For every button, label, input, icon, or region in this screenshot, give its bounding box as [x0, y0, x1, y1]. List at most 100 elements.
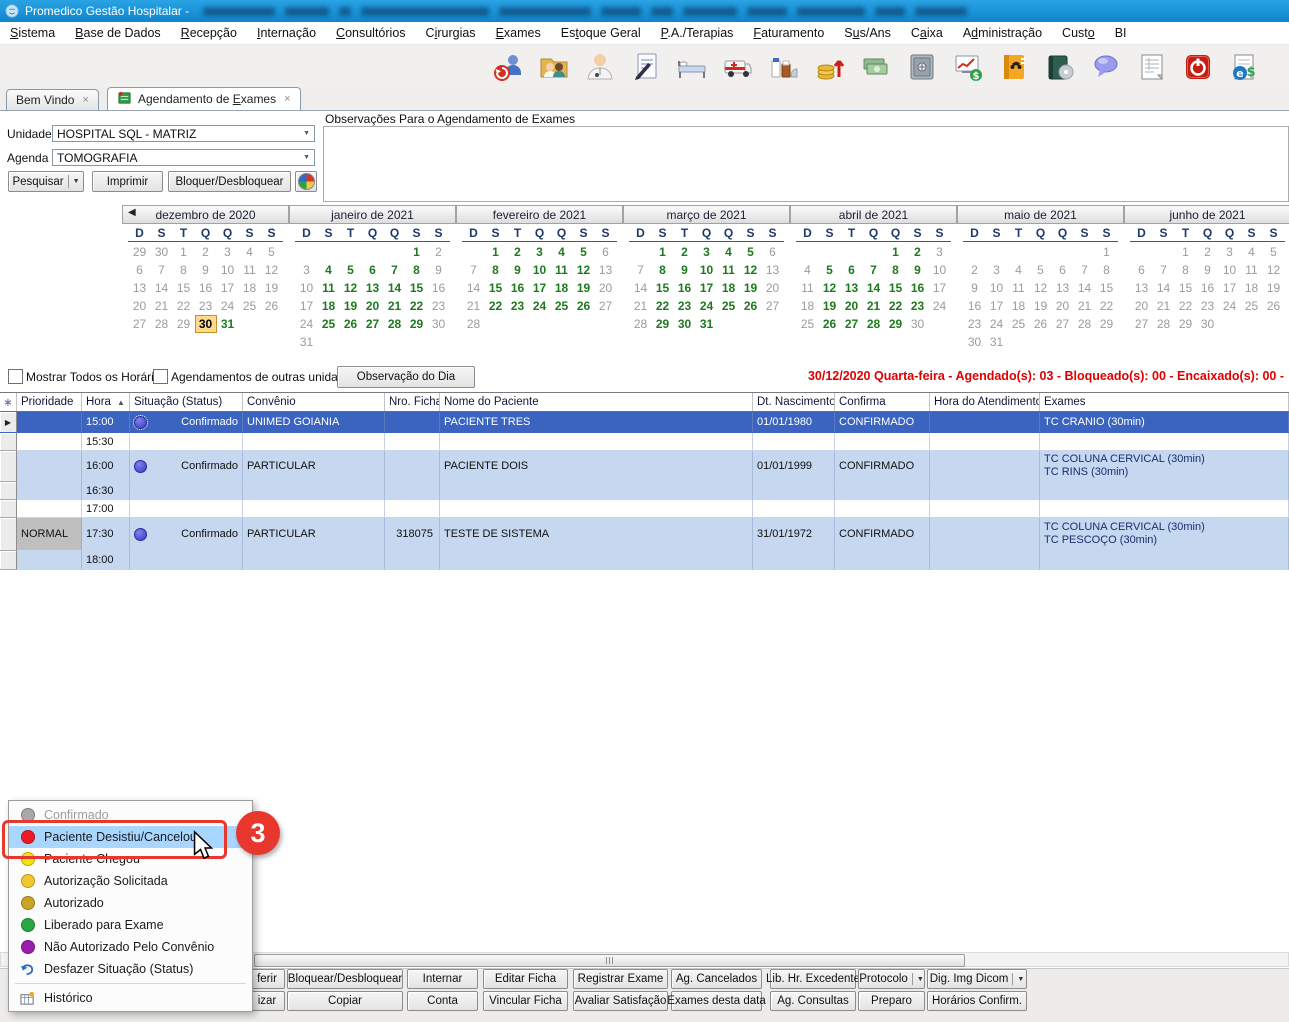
preparo-button[interactable]: Preparo	[858, 991, 925, 1011]
day-cell[interactable]: 12	[819, 279, 841, 297]
day-cell[interactable]: 10	[696, 261, 718, 279]
day-cell[interactable]: 2	[964, 261, 986, 279]
day-cell[interactable]: 20	[362, 297, 384, 315]
day-cell[interactable]: 18	[239, 279, 261, 297]
column-header-exames[interactable]: Exames	[1040, 393, 1289, 411]
table-row[interactable]: 16:30	[0, 482, 1289, 500]
day-cell[interactable]: 22	[1096, 297, 1118, 315]
day-cell[interactable]: 20	[1052, 297, 1074, 315]
day-cell[interactable]: 12	[1030, 279, 1052, 297]
bloquear-desbloquear-button[interactable]: Bloquear/Desbloquear	[287, 969, 403, 989]
day-cell[interactable]: 19	[740, 279, 762, 297]
menu-sistema[interactable]: Sistema	[0, 22, 65, 44]
day-cell[interactable]: 1	[885, 243, 907, 261]
menu-consultorios[interactable]: Consultórios	[326, 22, 415, 44]
day-cell[interactable]: 18	[1008, 297, 1030, 315]
day-cell[interactable]: 16	[1197, 279, 1219, 297]
day-cell[interactable]: 14	[1153, 279, 1175, 297]
day-cell[interactable]: 24	[986, 315, 1008, 333]
tab-agendamento-de-exames[interactable]: Agendamento de Exames×	[107, 87, 301, 110]
day-cell[interactable]: 3	[217, 243, 239, 261]
day-cell[interactable]: 27	[129, 315, 151, 333]
day-cell[interactable]: 12	[340, 279, 362, 297]
menu-base-de-dados[interactable]: Base de Dados	[65, 22, 170, 44]
day-cell[interactable]: 26	[573, 297, 595, 315]
day-cell[interactable]: 19	[1030, 297, 1052, 315]
day-cell[interactable]: 18	[551, 279, 573, 297]
day-cell[interactable]: 21	[863, 297, 885, 315]
day-cell[interactable]: 5	[819, 261, 841, 279]
menu-administracao[interactable]: Administração	[953, 22, 1052, 44]
chart-button[interactable]	[295, 171, 317, 192]
day-cell[interactable]: 8	[1175, 261, 1197, 279]
day-cell[interactable]: 7	[384, 261, 406, 279]
day-cell[interactable]: 20	[129, 297, 151, 315]
row-selector-cell[interactable]	[0, 551, 17, 570]
day-cell[interactable]: 11	[318, 279, 340, 297]
day-cell[interactable]: 23	[507, 297, 529, 315]
day-cell[interactable]: 18	[797, 297, 819, 315]
day-cell[interactable]: 21	[630, 297, 652, 315]
day-cell[interactable]: 27	[1052, 315, 1074, 333]
day-cell[interactable]: 22	[652, 297, 674, 315]
conta-button[interactable]: Conta	[407, 991, 478, 1011]
day-cell[interactable]: 27	[595, 297, 617, 315]
day-cell[interactable]: 17	[1219, 279, 1241, 297]
menu-item-nao-autorizado-pelo-convenio[interactable]: Não Autorizado Pelo Convênio	[9, 936, 252, 958]
sync-users-icon[interactable]	[492, 51, 524, 83]
patients-folder-icon[interactable]	[538, 51, 570, 83]
lib-hr-excedente-button[interactable]: Lib. Hr. Excedente	[770, 969, 856, 989]
hospital-bed-icon[interactable]	[676, 51, 708, 83]
day-cell[interactable]: 3	[296, 261, 318, 279]
day-cell[interactable]: 23	[907, 297, 929, 315]
copiar-button[interactable]: Copiar	[287, 991, 403, 1011]
day-cell[interactable]: 6	[841, 261, 863, 279]
prev-month-button[interactable]: ◀	[128, 207, 136, 218]
day-cell[interactable]: 28	[463, 315, 485, 333]
ambulance-icon[interactable]	[722, 51, 754, 83]
column-header-confirma[interactable]: Confirma	[835, 393, 930, 411]
day-cell[interactable]: 21	[463, 297, 485, 315]
chevron-down-icon[interactable]: ▼	[303, 130, 310, 137]
day-cell[interactable]: 17	[296, 297, 318, 315]
day-cell[interactable]: 6	[762, 243, 784, 261]
day-cell[interactable]: 16	[907, 279, 929, 297]
day-cell[interactable]: 16	[507, 279, 529, 297]
day-cell[interactable]: 5	[1263, 243, 1285, 261]
editar-ficha-button[interactable]: Editar Ficha	[483, 969, 568, 989]
internar-button[interactable]: Internar	[407, 969, 478, 989]
menu-sus-ans[interactable]: Sus/Ans	[834, 22, 901, 44]
day-cell[interactable]: 26	[340, 315, 362, 333]
safe-icon[interactable]	[906, 51, 938, 83]
day-cell[interactable]: 13	[129, 279, 151, 297]
day-cell[interactable]: 29	[406, 315, 428, 333]
day-cell[interactable]: 14	[863, 279, 885, 297]
day-cell[interactable]: 17	[696, 279, 718, 297]
day-cell[interactable]: 11	[1241, 261, 1263, 279]
day-cell[interactable]: 9	[964, 279, 986, 297]
day-cell[interactable]: 21	[151, 297, 173, 315]
day-cell[interactable]: 2	[507, 243, 529, 261]
day-cell[interactable]: 3	[986, 261, 1008, 279]
day-cell[interactable]: 30	[674, 315, 696, 333]
menu-item-desfazer-situacao-status[interactable]: Desfazer Situação (Status)	[9, 958, 252, 980]
menu-bi[interactable]: BI	[1105, 22, 1137, 44]
imprimir-button[interactable]: Imprimir	[92, 171, 163, 192]
table-row[interactable]: NORMAL17:30ConfirmadoPARTICULAR318075TES…	[0, 518, 1289, 551]
day-cell[interactable]: 15	[1175, 279, 1197, 297]
day-cell[interactable]: 20	[841, 297, 863, 315]
menu-caixa[interactable]: Caixa	[901, 22, 953, 44]
day-cell[interactable]: 25	[797, 315, 819, 333]
day-cell[interactable]: 29	[885, 315, 907, 333]
chevron-down-icon[interactable]: ▼	[1017, 976, 1024, 983]
day-cell[interactable]: 27	[1131, 315, 1153, 333]
column-header-dt-nascimento[interactable]: Dt. Nascimento	[753, 393, 835, 411]
day-cell[interactable]: 29	[1096, 315, 1118, 333]
day-cell[interactable]: 13	[1052, 279, 1074, 297]
day-cell[interactable]: 1	[485, 243, 507, 261]
day-cell[interactable]: 21	[1074, 297, 1096, 315]
day-cell[interactable]: 28	[1074, 315, 1096, 333]
day-cell[interactable]: 24	[696, 297, 718, 315]
chat-icon[interactable]	[1090, 51, 1122, 83]
day-cell[interactable]: 5	[1030, 261, 1052, 279]
